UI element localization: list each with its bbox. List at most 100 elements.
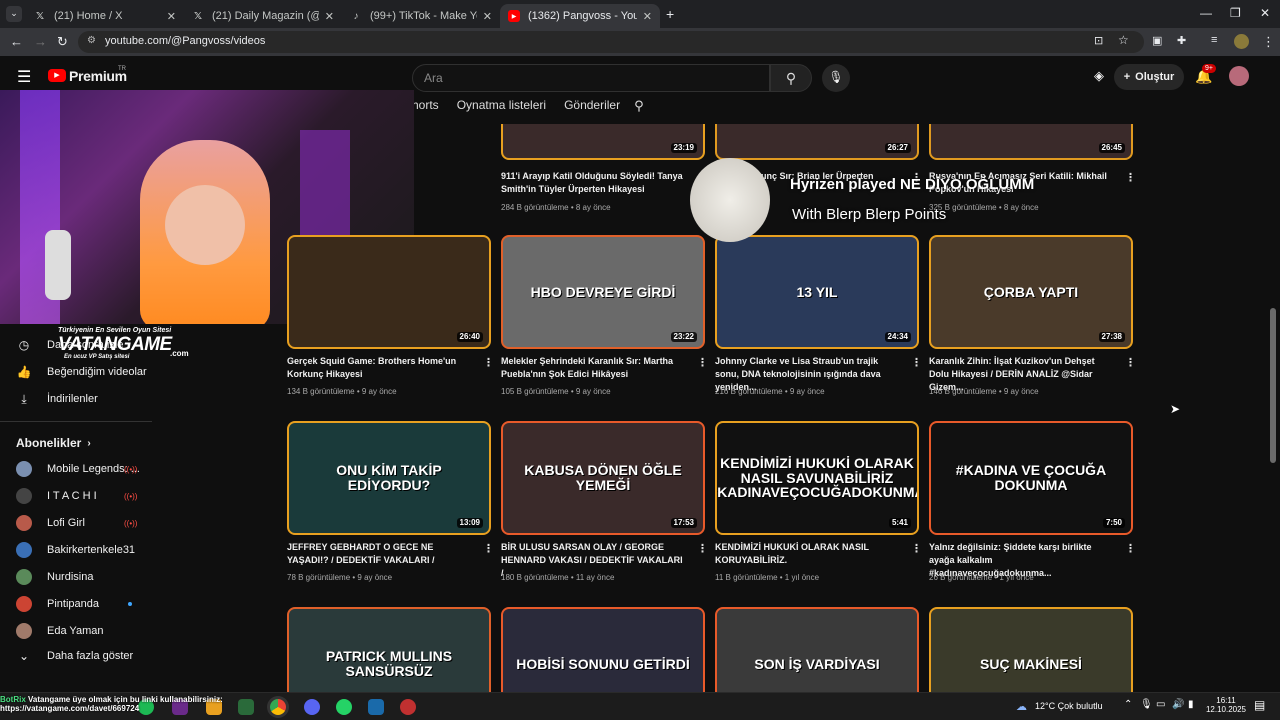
close-tab-icon[interactable]: ✕ xyxy=(483,10,492,23)
duration-badge: 13:09 xyxy=(457,518,483,528)
close-tab-icon[interactable]: ✕ xyxy=(325,10,334,23)
back-icon[interactable]: ← xyxy=(10,34,23,49)
obs-icon[interactable] xyxy=(400,699,416,715)
volume-icon[interactable]: 🔊 xyxy=(1172,699,1184,710)
create-button[interactable]: + Oluştur xyxy=(1114,64,1184,90)
x-icon: 𝕏 xyxy=(34,10,46,22)
network-icon[interactable]: ▭ xyxy=(1156,699,1165,710)
video-thumbnail[interactable]: 26:27 xyxy=(715,124,919,160)
video-thumbnail[interactable]: KENDİMİZİ HUKUKİ OLARAK NASIL SAVUNABİLİ… xyxy=(715,421,919,535)
tray-chevron-icon[interactable]: ⌃ xyxy=(1124,699,1132,710)
chat-link: https://vatangame.com/davet/669724 xyxy=(0,704,139,713)
video-title[interactable]: 911'i Arayıp Katil Olduğunu Söyledi! Tan… xyxy=(501,170,687,196)
video-thumbnail[interactable]: #KADINA VE ÇOCUĞA DOKUNMA 7:50 xyxy=(929,421,1133,535)
video-thumbnail[interactable]: HOBİSİ SONUNU GETİRDİ xyxy=(501,607,705,692)
chrome-icon[interactable] xyxy=(270,699,286,715)
video-thumbnail[interactable]: 13 YIL 24:34 xyxy=(715,235,919,349)
search-icon[interactable]: ⚲ xyxy=(770,64,812,92)
video-title[interactable]: KENDİMİZİ HUKUKİ OLARAK NASIL KORUYABİLİ… xyxy=(715,541,901,567)
video-thumbnail[interactable]: PATRICK MULLINS SANSÜRSÜZ xyxy=(287,607,491,692)
clock[interactable]: 16:11 12.10.2025 xyxy=(1205,696,1247,714)
subscriptions-header[interactable]: Abonelikler › xyxy=(0,430,152,456)
close-tab-icon[interactable]: ✕ xyxy=(643,10,652,23)
video-thumbnail[interactable]: HBO DEVREYE GİRDİ 23:22 xyxy=(501,235,705,349)
video-menu-icon[interactable]: ⋮ xyxy=(911,356,922,369)
tab-x-home[interactable]: 𝕏 (21) Home / X ✕ xyxy=(26,4,184,28)
new-tab-button[interactable]: + xyxy=(666,6,674,22)
video-menu-icon[interactable]: ⋮ xyxy=(1125,542,1136,555)
video-menu-icon[interactable]: ⋮ xyxy=(911,542,922,555)
video-menu-icon[interactable]: ⋮ xyxy=(697,356,708,369)
youtube-logo-icon[interactable]: ▶ xyxy=(48,69,66,82)
sidebar-subscription[interactable]: Bakirkertenkele31 xyxy=(0,537,152,563)
video-title[interactable]: Melekler Şehrindeki Karanlık Sır: Martha… xyxy=(501,355,687,381)
video-title[interactable]: JEFFREY GEBHARDT O GECE NE YAŞADI!? / DE… xyxy=(287,541,473,567)
video-menu-icon[interactable]: ⋮ xyxy=(1125,356,1136,369)
tab-tiktok[interactable]: ♪ (99+) TikTok - Make Your Day ✕ xyxy=(342,4,500,28)
menu-kebab-icon[interactable]: ⋮ xyxy=(1262,34,1275,50)
video-thumbnail[interactable]: ÇORBA YAPTI 27:38 xyxy=(929,235,1133,349)
discord-icon[interactable] xyxy=(304,699,320,715)
reload-icon[interactable]: ↻ xyxy=(57,34,68,50)
account-avatar[interactable] xyxy=(1229,66,1249,86)
video-thumbnail[interactable]: ONU KİM TAKİP EDİYORDU? 13:09 xyxy=(287,421,491,535)
video-menu-icon[interactable]: ⋮ xyxy=(483,356,494,369)
sidebar-subscription[interactable]: I T A C H I ((•)) xyxy=(0,483,152,509)
notification-center-icon[interactable]: ▤ xyxy=(1254,698,1265,712)
video-meta: 105 B görüntüleme • 9 ay önce xyxy=(501,387,701,396)
channel-search-icon[interactable]: ⚲ xyxy=(634,98,644,124)
cast-icon[interactable]: ◈ xyxy=(1094,68,1104,84)
bookmark-star-icon[interactable]: ☆ xyxy=(1118,33,1129,47)
mouse-cursor: ➤ xyxy=(1170,402,1180,416)
tab-playlists[interactable]: Oynatma listeleri xyxy=(457,98,546,124)
video-thumbnail[interactable]: KABUSA DÖNEN ÖĞLE YEMEĞİ 17:53 xyxy=(501,421,705,535)
battery-icon[interactable]: ▮ xyxy=(1188,699,1194,710)
page-scrollbar-thumb[interactable] xyxy=(1270,308,1276,463)
profile-avatar[interactable] xyxy=(1234,34,1249,49)
install-app-icon[interactable]: ⊡ xyxy=(1094,34,1103,47)
video-thumbnail[interactable]: SUÇ MAKİNESİ xyxy=(929,607,1133,692)
video-title[interactable]: Gerçek Squid Game: Brothers Home'un Kork… xyxy=(287,355,473,381)
hamburger-menu-icon[interactable]: ☰ xyxy=(17,67,31,87)
tab-posts[interactable]: Gönderiler xyxy=(564,98,620,124)
sidebar-subscription[interactable]: Nurdisina xyxy=(0,564,152,590)
whatsapp-icon[interactable] xyxy=(336,699,352,715)
puzzle-icon[interactable]: ✚ xyxy=(1177,34,1186,47)
sidebar-subscription[interactable]: Lofi Girl ((•)) xyxy=(0,510,152,536)
notification-count-badge: 9+ xyxy=(1202,64,1216,73)
sidebar-item-downloads[interactable]: ⤓ İndirilenler xyxy=(0,386,152,412)
video-thumbnail[interactable]: HARİKAYDI...23:19 xyxy=(501,124,705,160)
mic-tray-icon[interactable]: 🎙 xyxy=(1140,699,1153,710)
minimize-button[interactable]: — xyxy=(1200,6,1212,20)
video-meta: 26 B görüntüleme • 1 yıl önce xyxy=(929,573,1129,582)
app-icon[interactable] xyxy=(368,699,384,715)
media-icon[interactable]: ≡ xyxy=(1211,34,1217,46)
forward-icon[interactable]: → xyxy=(34,34,47,49)
tab-search-button[interactable]: ⌄ xyxy=(6,6,22,22)
video-menu-icon[interactable]: ⋮ xyxy=(697,542,708,555)
video-menu-icon[interactable]: ⋮ xyxy=(1125,171,1136,184)
site-info-icon[interactable]: ⚙ xyxy=(87,35,96,46)
alert-line-2: With Blerp Blerp Points xyxy=(792,206,946,223)
video-thumbnail[interactable]: SON İŞ VARDİYASI xyxy=(715,607,919,692)
extension-icon[interactable]: ▣ xyxy=(1152,34,1162,47)
tab-daily-magazin[interactable]: 𝕏 (21) Daily Magazin (@daily_ma ✕ xyxy=(184,4,342,28)
thumbnail-text: PATRICK MULLINS SANSÜRSÜZ xyxy=(289,649,489,678)
search-input[interactable]: Ara xyxy=(412,64,770,92)
close-window-button[interactable]: ✕ xyxy=(1260,6,1270,20)
tab-youtube[interactable]: ▶ (1362) Pangvoss - YouTube ✕ xyxy=(500,4,660,28)
video-thumbnail[interactable]: 26:40 xyxy=(287,235,491,349)
thumbs-up-icon: 👍 xyxy=(16,365,32,379)
video-menu-icon[interactable]: ⋮ xyxy=(483,542,494,555)
sidebar-subscription[interactable]: Mobile Legends: ... ((•)) xyxy=(0,456,152,482)
restore-button[interactable]: ❐ xyxy=(1230,6,1241,20)
video-thumbnail[interactable]: 26:45 xyxy=(929,124,1133,160)
microphone-icon[interactable]: 🎙 xyxy=(822,64,850,92)
thumbnail-text: ÇORBA YAPTI xyxy=(974,285,1088,300)
close-tab-icon[interactable]: ✕ xyxy=(167,10,176,23)
address-bar[interactable]: ⚙ youtube.com/@Pangvoss/videos ⊡ ☆ xyxy=(78,31,1144,53)
duration-badge: 24:34 xyxy=(885,332,911,342)
weather-text[interactable]: 12°C Çok bulutlu xyxy=(1035,701,1103,711)
chevron-right-icon: › xyxy=(87,438,90,449)
x-icon: 𝕏 xyxy=(192,10,204,22)
